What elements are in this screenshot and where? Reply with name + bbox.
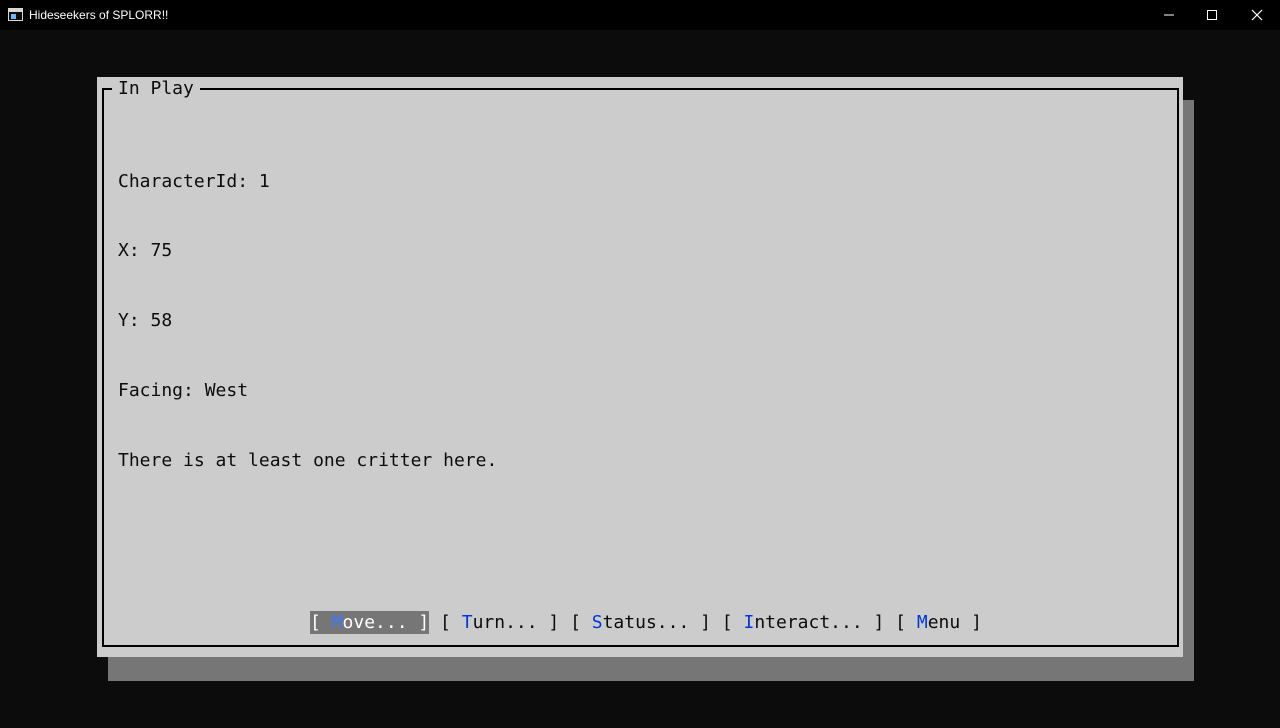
interact-button[interactable]: [ Interact... ]: [722, 611, 885, 634]
dialog-title: In Play: [112, 77, 200, 100]
bracket-open: [: [895, 612, 917, 633]
bracket-close: ]: [971, 612, 982, 633]
close-button[interactable]: [1234, 0, 1280, 30]
status-info: CharacterId: 1 X: 75 Y: 58 Facing: West …: [118, 123, 497, 496]
maximize-icon: [1207, 10, 1217, 20]
status-button[interactable]: [ Status... ]: [570, 611, 711, 634]
move-button[interactable]: [ Move... ]: [310, 611, 430, 634]
console-window-icon: [8, 8, 23, 21]
maximize-button[interactable]: [1189, 0, 1235, 30]
bracket-close: ]: [700, 612, 711, 633]
character-id-text: CharacterId: 1: [118, 170, 270, 192]
bracket-open: [: [721, 612, 744, 633]
hotkey-letter: I: [743, 612, 755, 633]
button-label: ove...: [342, 612, 419, 633]
minimize-icon: [1164, 14, 1174, 16]
hotkey-letter: M: [916, 612, 928, 633]
close-icon: [1251, 9, 1263, 21]
bracket-close: ]: [418, 612, 430, 633]
button-label: urn...: [472, 612, 549, 633]
hotkey-letter: M: [331, 612, 343, 633]
turn-button[interactable]: [ Turn... ]: [440, 611, 559, 634]
menu-button[interactable]: [ Menu ]: [895, 611, 982, 634]
bracket-close: ]: [548, 612, 560, 633]
action-button-bar: [ Move... ][ Turn... ][ Status... ][ Int…: [310, 611, 982, 634]
y-coordinate-text: Y: 58: [118, 310, 173, 332]
x-coordinate-text: X: 75: [118, 240, 173, 262]
window-title: Hideseekers of SPLORR!!: [29, 8, 169, 22]
minimize-button[interactable]: [1146, 0, 1192, 30]
bracket-open: [: [570, 612, 592, 633]
critter-message: There is at least one critter here.: [118, 450, 498, 472]
bracket-close: ]: [873, 612, 885, 633]
bracket-open: [: [440, 612, 462, 633]
button-label: tatus...: [602, 612, 701, 633]
bracket-open: [: [310, 612, 332, 633]
button-label: enu: [927, 612, 972, 633]
button-label: nteract...: [754, 612, 874, 633]
hotkey-letter: S: [591, 612, 603, 633]
title-bar: Hideseekers of SPLORR!!: [0, 0, 1280, 30]
facing-text: Facing: West: [118, 380, 249, 402]
hotkey-letter: T: [461, 612, 473, 633]
